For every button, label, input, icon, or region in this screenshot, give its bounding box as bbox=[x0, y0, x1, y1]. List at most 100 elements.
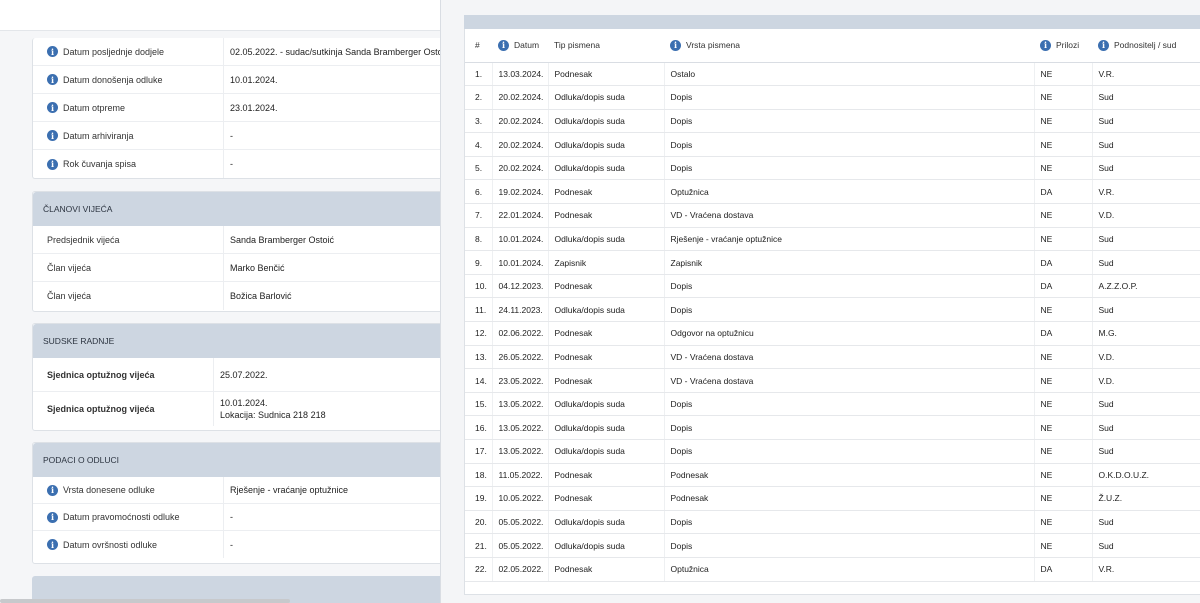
info-icon[interactable]: i bbox=[47, 158, 58, 170]
table-row[interactable]: 7. 22.01.2024. Podnesak VD - Vraćena dostav… bbox=[465, 203, 1200, 228]
table-row[interactable]: 18. 11.05.2022. Podnesak Podnesak NE O.K.D.O.… bbox=[465, 463, 1200, 488]
info-icon[interactable]: i bbox=[498, 39, 509, 51]
row-kind[interactable]: Podnesak bbox=[663, 486, 1034, 511]
row-date: 13.05.2022. bbox=[491, 439, 548, 464]
date-row-label-text: Rok čuvanja spisa bbox=[63, 159, 137, 169]
col-header-date[interactable]: i Datum bbox=[492, 29, 548, 63]
row-submitter: A.Z.Z.O.P. bbox=[1091, 274, 1200, 299]
table-row[interactable]: 5. 20.02.2024. Odluka/dopis suda Dopis NE Sud bbox=[465, 156, 1200, 181]
table-row[interactable]: 15. 13.05.2022. Odluka/dopis suda Dopis NE Su… bbox=[465, 392, 1200, 417]
date-row: i Datum arhiviranja - bbox=[33, 122, 440, 150]
table-row[interactable]: 14. 23.05.2022. Podnesak VD - Vraćena dosta… bbox=[465, 368, 1200, 393]
row-kind[interactable]: Dopis bbox=[663, 415, 1034, 440]
row-attachments: DA bbox=[1033, 250, 1092, 275]
info-icon[interactable]: i bbox=[1098, 39, 1109, 51]
row-submitter: M.G. bbox=[1091, 321, 1200, 346]
council-row: Član vijeća Marko Benčić bbox=[33, 254, 440, 282]
table-row[interactable]: 21. 05.05.2022. Odluka/dopis suda Dopis NE Su… bbox=[465, 533, 1200, 558]
row-submitter: Sud bbox=[1091, 250, 1200, 275]
ruling-row: i Vrsta donesene odluke Rješenje - vraćanj… bbox=[33, 477, 440, 504]
ruling-row-label-text: Datum pravomoćnosti odluke bbox=[63, 512, 180, 522]
date-row-value-wrap: 10.01.2024. bbox=[230, 75, 278, 85]
row-kind[interactable]: Dopis bbox=[663, 132, 1034, 157]
row-kind[interactable]: Ostalo bbox=[663, 62, 1034, 87]
row-type: Odluka/dopis suda bbox=[547, 510, 664, 535]
table-row[interactable]: 20. 05.05.2022. Odluka/dopis suda Dopis NE Su… bbox=[465, 510, 1200, 535]
col-header-type[interactable]: Tip pismena bbox=[548, 29, 664, 63]
info-icon[interactable]: i bbox=[47, 484, 58, 496]
row-kind[interactable]: Rješenje - vraćanje optužnice bbox=[663, 227, 1034, 252]
info-icon[interactable]: i bbox=[1040, 39, 1051, 51]
table-row[interactable]: 22. 02.05.2022. Podnesak Optužnica DA V.R. bbox=[465, 557, 1200, 582]
documents-table: # i Datum Tip pismena i Vrsta pismena i Pri… bbox=[465, 29, 1200, 582]
date-row-value-text: 23.01.2024. bbox=[230, 102, 278, 113]
row-kind[interactable]: Dopis bbox=[663, 156, 1034, 181]
table-row[interactable]: 1. 13.03.2024. Podnesak Ostalo NE V.R. bbox=[465, 62, 1200, 87]
info-icon[interactable]: i bbox=[47, 130, 58, 141]
row-kind[interactable]: Dopis bbox=[663, 439, 1034, 464]
table-row[interactable]: 9. 10.01.2024. Zapisnik Zapisnik DA Sud bbox=[465, 250, 1200, 275]
row-kind[interactable]: Dopis bbox=[663, 109, 1034, 134]
row-date: 10.05.2022. bbox=[491, 486, 548, 511]
row-kind[interactable]: VD - Vraćena dostava bbox=[663, 345, 1034, 370]
info-icon[interactable]: i bbox=[47, 74, 58, 85]
row-kind[interactable]: Dopis bbox=[663, 533, 1034, 558]
col-header-submitter[interactable]: i Podnositelj / sud bbox=[1092, 29, 1200, 63]
row-attachments: NE bbox=[1033, 439, 1092, 464]
action-row-value-wrap: 10.01.2024. Lokacija: Sudnica 218 218 bbox=[220, 398, 326, 420]
documents-pane: # i Datum Tip pismena i Vrsta pismena i Pri… bbox=[442, 0, 1200, 603]
table-row[interactable]: 4. 20.02.2024. Odluka/dopis suda Dopis NE Sud bbox=[465, 132, 1200, 157]
col-header-attachments[interactable]: i Prilozi bbox=[1034, 29, 1092, 63]
row-type: Odluka/dopis suda bbox=[547, 132, 664, 157]
row-attachments: NE bbox=[1033, 533, 1092, 558]
row-kind[interactable]: Optužnica bbox=[663, 557, 1034, 582]
info-icon[interactable]: i bbox=[47, 539, 58, 550]
case-details-pane: i Datum posljednje dodjele 02.05.2022. - s… bbox=[0, 0, 441, 603]
info-icon[interactable]: i bbox=[47, 46, 58, 57]
table-row[interactable]: 6. 19.02.2024. Podnesak Optužnica DA V.R. bbox=[465, 179, 1200, 205]
table-row[interactable]: 17. 13.05.2022. Odluka/dopis suda Dopis NE Su… bbox=[465, 439, 1200, 464]
row-kind[interactable]: VD - Vraćena dostava bbox=[663, 203, 1034, 228]
table-row[interactable]: 13. 26.05.2022. Podnesak VD - Vraćena dosta… bbox=[465, 345, 1200, 370]
date-row: i Rok čuvanja spisa - bbox=[33, 150, 440, 178]
table-row[interactable]: 8. 10.01.2024. Odluka/dopis suda Rješenje -… bbox=[465, 227, 1200, 252]
row-kind[interactable]: Podnesak bbox=[663, 463, 1034, 488]
row-submitter: Sud bbox=[1091, 533, 1200, 558]
table-row[interactable]: 11. 24.11.2023. Odluka/dopis suda Dopis NE Su… bbox=[465, 297, 1200, 323]
table-row[interactable]: 16. 13.05.2022. Odluka/dopis suda Dopis NE Su… bbox=[465, 415, 1200, 440]
table-row[interactable]: 10. 04.12.2023. Podnesak Dopis DA A.Z.Z.O.P. bbox=[465, 274, 1200, 299]
table-row[interactable]: 2. 20.02.2024. Odluka/dopis suda Dopis NE Sud bbox=[465, 85, 1200, 110]
table-row[interactable]: 12. 02.06.2022. Podnesak Odgovor na optužni… bbox=[465, 321, 1200, 346]
table-row[interactable]: 3. 20.02.2024. Odluka/dopis suda Dopis NE Sud bbox=[465, 109, 1200, 134]
council-row-value-wrap: Božica Barlović bbox=[230, 291, 292, 301]
info-icon[interactable]: i bbox=[670, 39, 681, 51]
ruling-row: i Datum ovršnosti odluke - bbox=[33, 531, 440, 558]
ruling-row-label-text: Datum ovršnosti odluke bbox=[63, 539, 158, 550]
col-header-kind[interactable]: i Vrsta pismena bbox=[664, 29, 1034, 63]
row-kind[interactable]: Optužnica bbox=[663, 179, 1034, 205]
row-number: 3. bbox=[465, 109, 492, 134]
row-submitter: Sud bbox=[1091, 415, 1200, 440]
row-date: 23.05.2022. bbox=[491, 368, 548, 393]
row-kind[interactable]: Dopis bbox=[663, 274, 1034, 299]
info-icon[interactable]: i bbox=[47, 102, 58, 113]
table-row[interactable]: 19. 10.05.2022. Podnesak Podnesak NE Ž.U.Z. bbox=[465, 486, 1200, 511]
row-kind[interactable]: Dopis bbox=[663, 510, 1034, 535]
row-kind[interactable]: VD - Vraćena dostava bbox=[663, 368, 1034, 393]
row-kind[interactable]: Dopis bbox=[663, 392, 1034, 417]
row-kind[interactable]: Zapisnik bbox=[663, 250, 1034, 275]
row-kind[interactable]: Dopis bbox=[663, 85, 1034, 110]
ruling-row-value-wrap: - bbox=[230, 512, 233, 522]
info-icon[interactable]: i bbox=[47, 511, 58, 523]
row-submitter: Sud bbox=[1091, 439, 1200, 464]
row-number: 7. bbox=[465, 203, 492, 228]
row-kind[interactable]: Odgovor na optužnicu bbox=[663, 321, 1034, 346]
date-row-value-text: - bbox=[230, 130, 233, 141]
council-row-value-text: Marko Benčić bbox=[230, 262, 285, 273]
horizontal-scrollbar[interactable] bbox=[0, 599, 290, 603]
row-number: 1. bbox=[465, 62, 492, 87]
date-row: i Datum posljednje dodjele 02.05.2022. - s… bbox=[33, 38, 440, 66]
row-number: 2. bbox=[465, 85, 492, 110]
row-submitter: V.R. bbox=[1091, 557, 1200, 582]
row-kind[interactable]: Dopis bbox=[663, 297, 1034, 323]
